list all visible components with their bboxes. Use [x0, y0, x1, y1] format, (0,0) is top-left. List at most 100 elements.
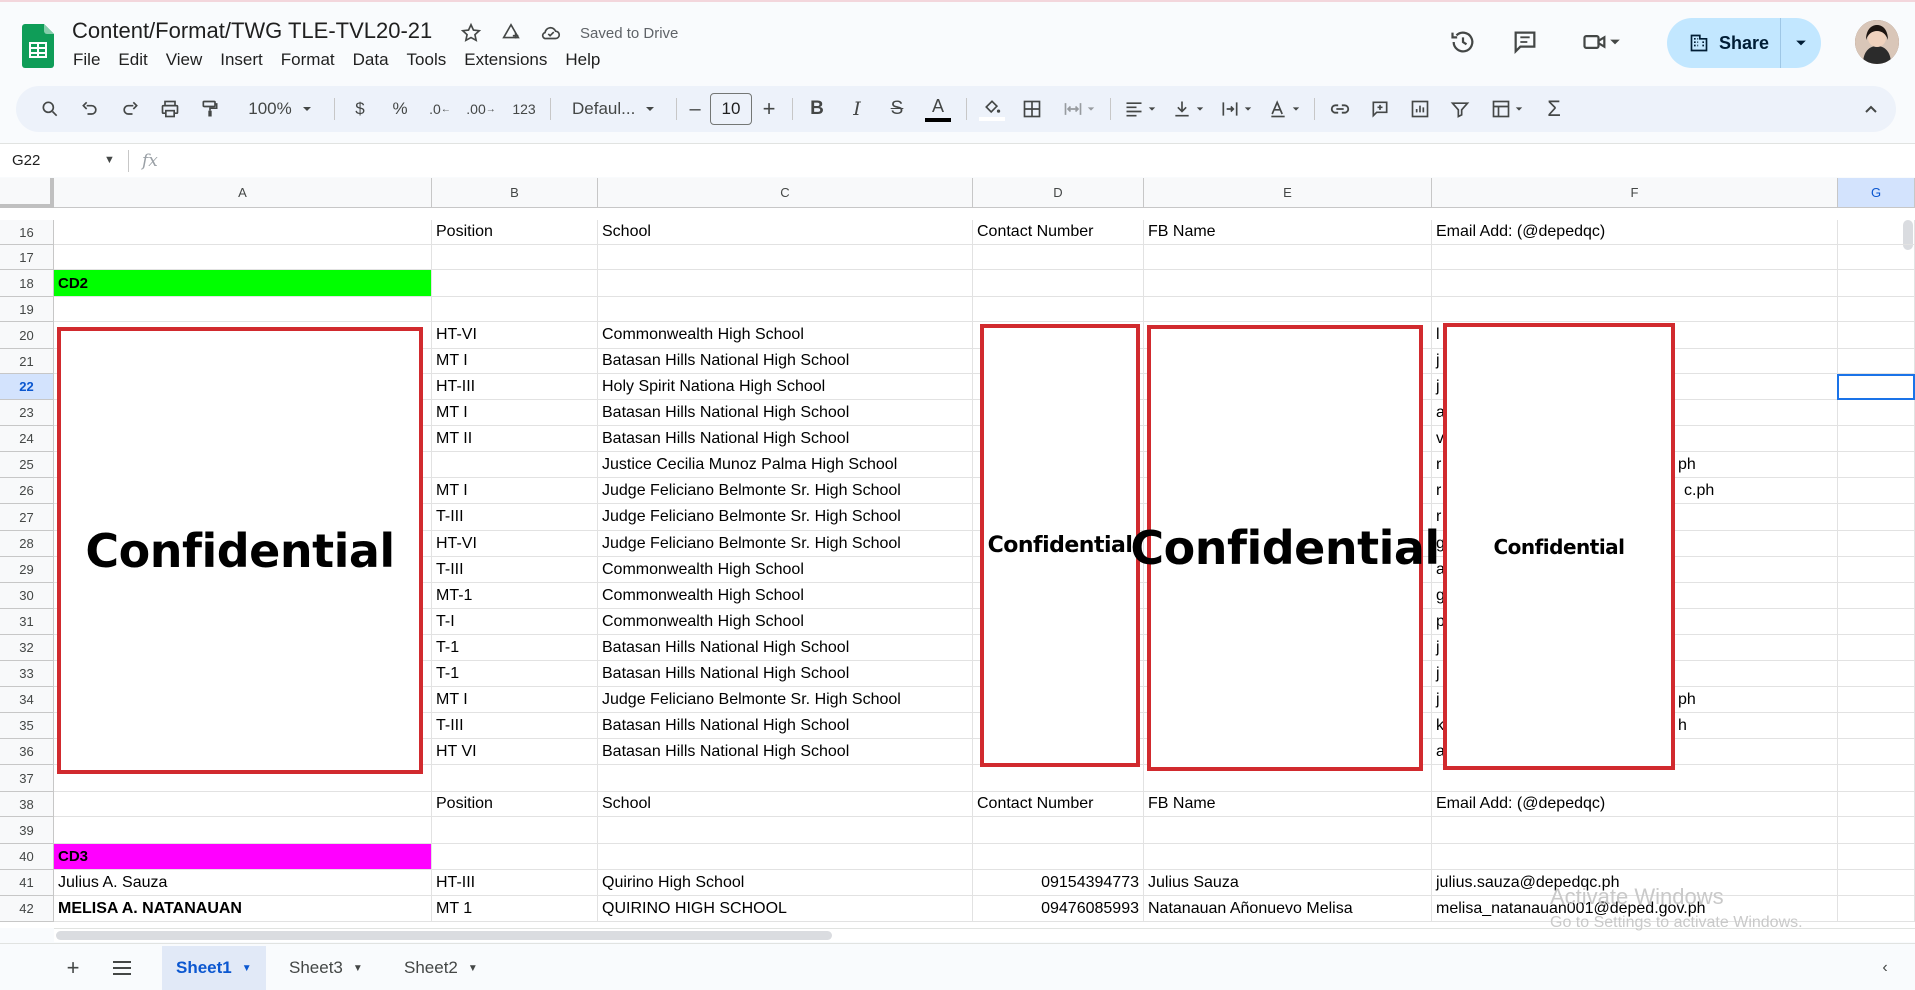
row-header[interactable]: 20 — [0, 322, 54, 349]
star-icon[interactable] — [458, 20, 484, 46]
cell[interactable]: HT-III — [432, 870, 598, 896]
filter-icon[interactable] — [1444, 93, 1476, 125]
cell[interactable]: CD2 — [54, 270, 432, 297]
cell[interactable]: Position — [432, 220, 598, 245]
cell[interactable]: Commonwealth High School — [598, 322, 973, 349]
insert-chart-icon[interactable] — [1404, 93, 1436, 125]
cell[interactable]: HT-VI — [432, 322, 598, 349]
cell[interactable] — [598, 765, 973, 792]
borders-icon[interactable] — [1016, 93, 1048, 125]
cell[interactable]: Email Add: (@depedqc) — [1432, 792, 1838, 817]
cell[interactable]: Commonwealth High School — [598, 557, 973, 583]
cell[interactable] — [432, 297, 598, 322]
cell[interactable] — [432, 817, 598, 844]
number-format-button[interactable]: 123 — [506, 93, 542, 125]
cell[interactable]: MT I — [432, 400, 598, 426]
comments-icon[interactable] — [1507, 24, 1543, 60]
font-size-increase-button[interactable]: + — [758, 93, 780, 125]
cell[interactable] — [1838, 245, 1915, 270]
filter-views-icon[interactable] — [1484, 93, 1530, 125]
cell[interactable] — [1432, 297, 1838, 322]
cell[interactable] — [1838, 322, 1915, 349]
cell[interactable] — [1432, 245, 1838, 270]
row-header[interactable]: 19 — [0, 297, 54, 322]
row-header[interactable]: 30 — [0, 583, 54, 609]
cell[interactable]: School — [598, 220, 973, 245]
merge-cells-icon[interactable] — [1056, 93, 1102, 125]
all-sheets-icon[interactable] — [107, 954, 137, 982]
cell[interactable]: Batasan Hills National High School — [598, 713, 973, 739]
active-cell-selection[interactable] — [1837, 374, 1915, 400]
menu-insert[interactable]: Insert — [211, 50, 272, 70]
column-header-d[interactable]: D — [973, 178, 1144, 208]
cell[interactable]: Position — [432, 792, 598, 817]
cell[interactable] — [1432, 844, 1838, 870]
cell[interactable] — [1838, 349, 1915, 374]
text-color-button[interactable]: A — [922, 93, 954, 125]
cell[interactable]: Batasan Hills National High School — [598, 661, 973, 687]
row-header[interactable]: 36 — [0, 739, 54, 765]
cell[interactable] — [1838, 844, 1915, 870]
row-header[interactable]: 39 — [0, 817, 54, 844]
cell[interactable]: FB Name — [1144, 220, 1432, 245]
menu-file[interactable]: File — [64, 50, 109, 70]
cell[interactable]: MT II — [432, 426, 598, 452]
redo-icon[interactable] — [114, 93, 146, 125]
cell[interactable] — [432, 270, 598, 297]
functions-icon[interactable]: Σ — [1540, 93, 1568, 125]
row-header[interactable]: 24 — [0, 426, 54, 452]
document-title[interactable]: Content/Format/TWG TLE-TVL20-21 — [72, 18, 432, 44]
cell[interactable]: Judge Feliciano Belmonte Sr. High School — [598, 478, 973, 504]
cell[interactable]: MT I — [432, 687, 598, 713]
cell[interactable] — [54, 245, 432, 270]
cell[interactable]: Judge Feliciano Belmonte Sr. High School — [598, 504, 973, 531]
cell[interactable] — [1838, 426, 1915, 452]
cell[interactable] — [1838, 478, 1915, 504]
cell[interactable] — [54, 817, 432, 844]
cell[interactable]: Commonwealth High School — [598, 583, 973, 609]
cell[interactable] — [1432, 817, 1838, 844]
fill-color-icon[interactable] — [976, 93, 1008, 125]
cell[interactable] — [973, 817, 1144, 844]
column-header-g[interactable]: G — [1838, 178, 1915, 208]
print-icon[interactable] — [154, 93, 186, 125]
row-header[interactable]: 29 — [0, 557, 54, 583]
cell[interactable] — [432, 452, 598, 478]
row-header[interactable]: 27 — [0, 504, 54, 531]
share-button[interactable]: Share — [1667, 18, 1781, 68]
sheet-tab-sheet2[interactable]: Sheet2 ▼ — [390, 946, 492, 990]
menu-format[interactable]: Format — [272, 50, 344, 70]
cloud-saved-icon[interactable] — [538, 20, 564, 46]
row-header[interactable]: 34 — [0, 687, 54, 713]
row-header[interactable]: 22 — [0, 374, 54, 400]
cell[interactable]: T-III — [432, 713, 598, 739]
text-wrapping-icon[interactable] — [1214, 93, 1258, 125]
cell[interactable] — [1838, 220, 1915, 245]
cell[interactable]: 09154394773 — [973, 870, 1144, 896]
cell[interactable]: T-1 — [432, 635, 598, 661]
caret-down-icon[interactable]: ▼ — [468, 963, 478, 974]
cell[interactable]: MT-1 — [432, 583, 598, 609]
cell[interactable] — [1838, 609, 1915, 635]
row-header[interactable]: 35 — [0, 713, 54, 739]
cell[interactable]: T-I — [432, 609, 598, 635]
cell[interactable] — [1144, 297, 1432, 322]
cell[interactable] — [1838, 635, 1915, 661]
horizontal-scrollbar[interactable] — [56, 931, 832, 940]
cell[interactable] — [1838, 557, 1915, 583]
row-header[interactable]: 32 — [0, 635, 54, 661]
cell[interactable] — [973, 245, 1144, 270]
cell[interactable]: Batasan Hills National High School — [598, 426, 973, 452]
cell[interactable]: Julius A. Sauza — [54, 870, 432, 896]
font-size-input[interactable]: 10 — [710, 93, 752, 125]
text-rotation-icon[interactable] — [1262, 93, 1306, 125]
cell[interactable]: MT I — [432, 478, 598, 504]
row-header[interactable]: 16 — [0, 220, 54, 245]
cell[interactable] — [432, 765, 598, 792]
cell[interactable]: Natanauan Añonuevo Melisa — [1144, 896, 1432, 922]
meet-video-icon[interactable] — [1571, 24, 1631, 60]
menu-tools[interactable]: Tools — [398, 50, 456, 70]
cell[interactable] — [1144, 245, 1432, 270]
menu-help[interactable]: Help — [556, 50, 609, 70]
cell[interactable]: Contact Number — [973, 792, 1144, 817]
